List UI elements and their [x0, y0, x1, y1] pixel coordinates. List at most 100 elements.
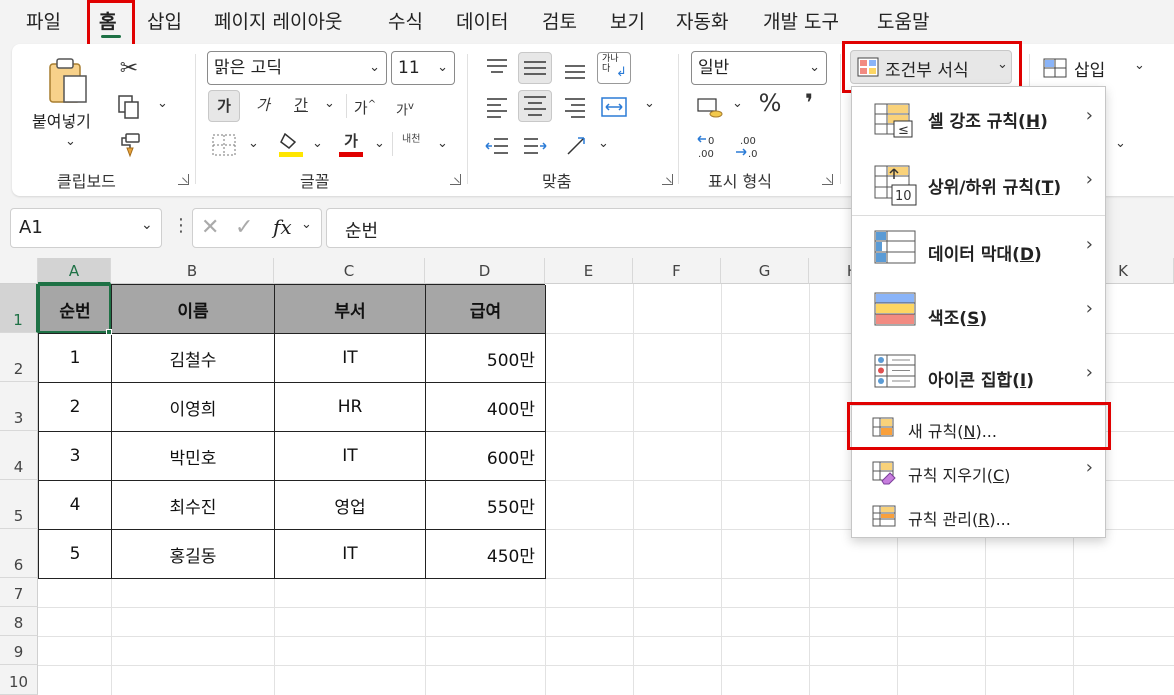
enter-formula-icon[interactable]: ✓: [235, 215, 253, 240]
tab-file[interactable]: 파일: [26, 8, 61, 36]
accounting-dropdown-chevron[interactable]: ⌄: [732, 96, 743, 111]
row-header-8[interactable]: 8: [0, 607, 38, 636]
tab-automate[interactable]: 자동화: [676, 8, 728, 36]
align-bottom-icon[interactable]: [562, 58, 588, 84]
font-launcher[interactable]: [450, 174, 461, 185]
function-chevron[interactable]: ⌄: [301, 217, 312, 232]
wrap-text-button[interactable]: 가나다 ↲: [597, 52, 631, 84]
borders-dropdown-chevron[interactable]: ⌄: [248, 136, 259, 151]
copy-dropdown-chevron[interactable]: ⌄: [157, 96, 168, 111]
col-header-D[interactable]: D: [425, 258, 545, 284]
row-header-10[interactable]: 10: [0, 665, 38, 695]
align-right-icon[interactable]: [562, 94, 588, 120]
table-cell[interactable]: 김철수: [112, 334, 275, 383]
table-cell[interactable]: 최수진: [112, 481, 275, 530]
table-cell[interactable]: 500만: [426, 334, 546, 383]
formula-input[interactable]: 순번: [326, 208, 886, 248]
decrease-indent-icon[interactable]: [484, 134, 510, 158]
table-cell[interactable]: 600만: [426, 432, 546, 481]
table-cell[interactable]: 이영희: [112, 383, 275, 432]
col-header-F[interactable]: F: [633, 258, 721, 284]
tab-help[interactable]: 도움말: [877, 8, 929, 36]
merge-center-icon[interactable]: [600, 94, 628, 120]
tab-home[interactable]: 홈: [99, 8, 116, 36]
menu-item-manage-rules[interactable]: 규칙 관리(R)...: [852, 495, 1105, 539]
tab-review[interactable]: 검토: [542, 8, 577, 36]
table-cell[interactable]: 홍길동: [112, 530, 275, 579]
accounting-format-icon[interactable]: [696, 94, 724, 120]
table-cell[interactable]: IT: [275, 334, 426, 383]
col-header-G[interactable]: G: [721, 258, 809, 284]
italic-button[interactable]: 가: [250, 94, 276, 116]
fill-color-icon[interactable]: [277, 130, 305, 158]
row-header-5[interactable]: 5: [0, 480, 38, 529]
insert-cells-chevron[interactable]: ⌄: [1134, 58, 1145, 73]
align-top-icon[interactable]: [484, 54, 510, 80]
row-header-6[interactable]: 6: [0, 529, 38, 578]
align-left-icon[interactable]: [484, 94, 510, 120]
row-header-7[interactable]: 7: [0, 578, 38, 607]
paste-button[interactable]: [44, 56, 90, 104]
menu-item-color-scales[interactable]: 색조(S) ›: [852, 280, 1105, 344]
menu-item-top-bottom-rules[interactable]: 10 상위/하위 규칙(T) ›: [852, 151, 1105, 215]
underline-dropdown-chevron[interactable]: ⌄: [324, 96, 335, 111]
table-cell[interactable]: 400만: [426, 383, 546, 432]
menu-item-highlight-rules[interactable]: ≤ 셀 강조 규칙(H) ›: [852, 87, 1105, 151]
table-cell[interactable]: 영업: [275, 481, 426, 530]
paste-dropdown-chevron[interactable]: ⌄: [65, 134, 76, 149]
cut-icon[interactable]: ✂: [116, 58, 142, 80]
insert-cells-label[interactable]: 삽입: [1074, 56, 1105, 81]
table-cell[interactable]: 4: [39, 481, 112, 530]
col-header-B[interactable]: B: [111, 258, 274, 284]
table-header-cell[interactable]: 급여: [426, 285, 546, 334]
phonetic-dropdown-chevron[interactable]: ⌄: [437, 136, 448, 151]
font-name-select[interactable]: 맑은 고딕 ⌄: [207, 51, 387, 85]
font-color-dropdown-chevron[interactable]: ⌄: [374, 136, 385, 151]
cancel-formula-icon[interactable]: ✕: [201, 215, 219, 240]
tab-page-layout[interactable]: 페이지 레이아웃: [214, 8, 342, 36]
tab-insert[interactable]: 삽입: [147, 8, 182, 36]
select-all-corner[interactable]: [0, 258, 38, 284]
percent-button[interactable]: %: [756, 91, 784, 115]
orientation-icon[interactable]: [564, 132, 590, 158]
format-painter-icon[interactable]: [116, 132, 142, 158]
clipboard-launcher[interactable]: [178, 174, 189, 185]
menu-item-data-bars[interactable]: 데이터 막대(D) ›: [852, 216, 1105, 280]
tab-developer[interactable]: 개발 도구: [763, 8, 839, 36]
grow-font-button[interactable]: 가^: [352, 94, 378, 119]
decrease-decimal-icon[interactable]: .00 .0: [734, 132, 762, 160]
tab-view[interactable]: 보기: [610, 8, 645, 36]
name-box-chevron[interactable]: ⌄: [141, 217, 153, 233]
menu-item-clear-rules[interactable]: 규칙 지우기(C) ›: [852, 451, 1105, 495]
row-header-2[interactable]: 2: [0, 333, 38, 382]
format-cells-chevron[interactable]: ⌄: [1115, 136, 1126, 151]
row-header-3[interactable]: 3: [0, 382, 38, 431]
merge-dropdown-chevron[interactable]: ⌄: [644, 96, 655, 111]
col-header-E[interactable]: E: [545, 258, 633, 284]
alignment-launcher[interactable]: [662, 174, 673, 185]
bold-button[interactable]: 가: [208, 90, 240, 122]
fill-handle[interactable]: [106, 329, 112, 335]
table-cell[interactable]: 2: [39, 383, 112, 432]
tab-formulas[interactable]: 수식: [388, 8, 423, 36]
table-cell[interactable]: HR: [275, 383, 426, 432]
table-cell[interactable]: IT: [275, 530, 426, 579]
more-options-icon[interactable]: ⋮: [172, 215, 190, 236]
insert-function-button[interactable]: fx: [273, 215, 292, 239]
fill-color-dropdown-chevron[interactable]: ⌄: [312, 136, 323, 151]
row-header-4[interactable]: 4: [0, 431, 38, 480]
underline-button[interactable]: 간: [288, 94, 314, 116]
table-cell[interactable]: 3: [39, 432, 112, 481]
table-cell[interactable]: 550만: [426, 481, 546, 530]
table-cell[interactable]: 박민호: [112, 432, 275, 481]
col-header-C[interactable]: C: [274, 258, 425, 284]
number-format-select[interactable]: 일반 ⌄: [691, 51, 827, 85]
table-cell[interactable]: 450만: [426, 530, 546, 579]
comma-button[interactable]: ❜: [798, 91, 820, 115]
font-color-button[interactable]: 가: [338, 130, 364, 158]
menu-item-icon-sets[interactable]: 아이콘 집합(I) ›: [852, 344, 1105, 408]
number-launcher[interactable]: [822, 174, 833, 185]
table-header-cell[interactable]: 부서: [275, 285, 426, 334]
font-size-select[interactable]: 11 ⌄: [391, 51, 455, 85]
increase-indent-icon[interactable]: [522, 134, 548, 158]
